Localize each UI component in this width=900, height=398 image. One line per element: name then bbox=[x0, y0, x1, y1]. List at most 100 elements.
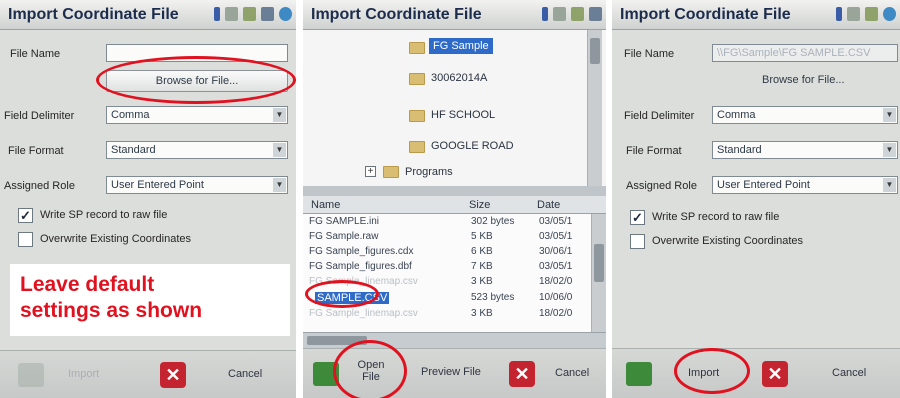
folder-icon bbox=[409, 110, 425, 122]
file-size: 3 KB bbox=[471, 308, 493, 319]
field-delimiter-value: Comma bbox=[717, 109, 756, 121]
chevron-down-icon: ▼ bbox=[273, 178, 286, 192]
title-bar: Import Coordinate File bbox=[303, 0, 606, 30]
help-icon[interactable] bbox=[836, 7, 842, 21]
table-row[interactable]: FG Sample_linemap.csv 3 KB 18/02/0 bbox=[303, 308, 606, 321]
import-dialog-step-2: Import Coordinate File FG Sample 3006201… bbox=[303, 0, 606, 398]
callout-text: Leave default settings as shown bbox=[20, 272, 202, 324]
help-icon[interactable] bbox=[542, 7, 548, 21]
instruction-callout: Leave default settings as shown bbox=[10, 264, 290, 336]
splitter[interactable] bbox=[303, 186, 606, 196]
table-row[interactable]: FG Sample.raw 5 KB 03/05/1 bbox=[303, 231, 606, 244]
assigned-role-select[interactable]: User Entered Point ▼ bbox=[106, 176, 288, 194]
write-sp-checkbox[interactable]: ✓ bbox=[630, 210, 645, 225]
status-bar-icon bbox=[225, 7, 238, 21]
bottom-toolbar: Import ✕ Cancel bbox=[612, 348, 900, 398]
import-dialog-step-1: Import Coordinate File File Name Browse … bbox=[0, 0, 296, 398]
cancel-x-icon[interactable]: ✕ bbox=[509, 361, 535, 387]
cancel-x-icon[interactable]: ✕ bbox=[160, 362, 186, 388]
ok-checkmark-icon[interactable] bbox=[18, 363, 44, 387]
file-size: 6 KB bbox=[471, 246, 493, 257]
cancel-x-icon[interactable]: ✕ bbox=[762, 361, 788, 387]
file-name: FG Sample.raw bbox=[309, 231, 379, 242]
globe-icon bbox=[883, 7, 896, 21]
table-row[interactable]: FG SAMPLE.ini 302 bytes 03/05/1 bbox=[303, 216, 606, 229]
write-sp-label: Write SP record to raw file bbox=[652, 211, 780, 223]
file-name-field[interactable]: \\FG\Sample\FG SAMPLE.CSV bbox=[712, 44, 898, 62]
preview-file-button[interactable]: Preview File bbox=[421, 366, 481, 378]
file-name: FG Sample_figures.dbf bbox=[309, 261, 412, 272]
file-format-select[interactable]: Standard ▼ bbox=[712, 141, 898, 159]
tree-item-google-road[interactable]: GOOGLE ROAD bbox=[431, 140, 514, 152]
file-size: 5 KB bbox=[471, 231, 493, 242]
expand-plus-icon[interactable]: + bbox=[365, 166, 376, 177]
title-bar: Import Coordinate File bbox=[612, 0, 900, 30]
assigned-role-select[interactable]: User Entered Point ▼ bbox=[712, 176, 898, 194]
file-format-label: File Format bbox=[626, 145, 682, 157]
chevron-down-icon: ▼ bbox=[273, 108, 286, 122]
status-icons bbox=[542, 7, 602, 21]
tree-item-hf-school[interactable]: HF SCHOOL bbox=[431, 109, 495, 121]
import-button[interactable]: Import bbox=[68, 368, 99, 380]
highlight-ring-import bbox=[674, 348, 750, 394]
table-row[interactable]: FG Sample_figures.cdx 6 KB 30/06/1 bbox=[303, 246, 606, 259]
write-sp-checkbox[interactable]: ✓ bbox=[18, 208, 33, 223]
file-list-header: Name Size Date bbox=[303, 196, 606, 214]
column-name[interactable]: Name bbox=[311, 199, 340, 211]
status-icons bbox=[836, 7, 896, 21]
file-format-value: Standard bbox=[717, 144, 762, 156]
tree-scrollbar[interactable] bbox=[587, 30, 602, 186]
highlight-ring-sample-csv bbox=[305, 280, 379, 308]
tree-item-fg-sample[interactable]: FG Sample bbox=[429, 38, 493, 54]
cancel-button[interactable]: Cancel bbox=[832, 367, 866, 379]
signal-icon bbox=[243, 7, 256, 21]
file-name-label: File Name bbox=[10, 48, 61, 60]
dialog-title: Import Coordinate File bbox=[8, 6, 179, 23]
file-date: 03/05/1 bbox=[539, 261, 573, 272]
overwrite-checkbox[interactable] bbox=[630, 234, 645, 249]
globe-icon bbox=[279, 7, 292, 21]
dialog-title: Import Coordinate File bbox=[311, 6, 482, 23]
highlight-ring-open-file bbox=[333, 340, 407, 398]
tree-item-programs[interactable]: Programs bbox=[405, 166, 453, 178]
assigned-role-value: User Entered Point bbox=[717, 179, 810, 191]
assigned-role-label: Assigned Role bbox=[4, 180, 75, 192]
overwrite-checkbox[interactable] bbox=[18, 232, 33, 247]
cancel-button[interactable]: Cancel bbox=[555, 367, 589, 379]
column-size[interactable]: Size bbox=[469, 199, 490, 211]
overwrite-label: Overwrite Existing Coordinates bbox=[40, 233, 192, 245]
chevron-down-icon: ▼ bbox=[273, 143, 286, 157]
folder-icon bbox=[409, 141, 425, 153]
help-icon[interactable] bbox=[214, 7, 220, 21]
file-name: FG Sample_figures.cdx bbox=[309, 246, 414, 257]
column-date[interactable]: Date bbox=[537, 199, 560, 211]
import-dialog-step-3: Import Coordinate File File Name \\FG\Sa… bbox=[612, 0, 900, 398]
status-bar-icon bbox=[553, 7, 566, 21]
table-row[interactable]: FG Sample_figures.dbf 7 KB 03/05/1 bbox=[303, 261, 606, 274]
scroll-thumb[interactable] bbox=[594, 244, 604, 282]
chevron-down-icon: ▼ bbox=[883, 178, 896, 192]
field-delimiter-select[interactable]: Comma ▼ bbox=[106, 106, 288, 124]
chevron-down-icon: ▼ bbox=[883, 108, 896, 122]
signal-icon bbox=[571, 7, 584, 21]
field-delimiter-select[interactable]: Comma ▼ bbox=[712, 106, 898, 124]
file-format-select[interactable]: Standard ▼ bbox=[106, 141, 288, 159]
ok-checkmark-icon[interactable] bbox=[626, 362, 652, 386]
scroll-thumb[interactable] bbox=[590, 38, 600, 64]
signal-icon bbox=[865, 7, 878, 21]
file-date: 03/05/1 bbox=[539, 231, 573, 242]
tree-item-30062014a[interactable]: 30062014A bbox=[431, 72, 487, 84]
file-name: FG SAMPLE.ini bbox=[309, 216, 380, 227]
callout-line-2: settings as shown bbox=[20, 299, 203, 322]
browse-for-file-button[interactable]: Browse for File... bbox=[762, 74, 845, 86]
file-size: 7 KB bbox=[471, 261, 493, 272]
field-delimiter-label: Field Delimiter bbox=[4, 110, 75, 122]
file-name-label: File Name bbox=[624, 48, 675, 60]
cancel-button[interactable]: Cancel bbox=[228, 368, 262, 380]
battery-icon bbox=[261, 7, 274, 21]
highlight-ring-browse bbox=[96, 56, 296, 104]
folder-icon bbox=[383, 166, 399, 178]
file-list-scrollbar[interactable] bbox=[591, 214, 606, 332]
assigned-role-value: User Entered Point bbox=[111, 179, 204, 191]
file-date: 18/02/0 bbox=[539, 276, 573, 287]
